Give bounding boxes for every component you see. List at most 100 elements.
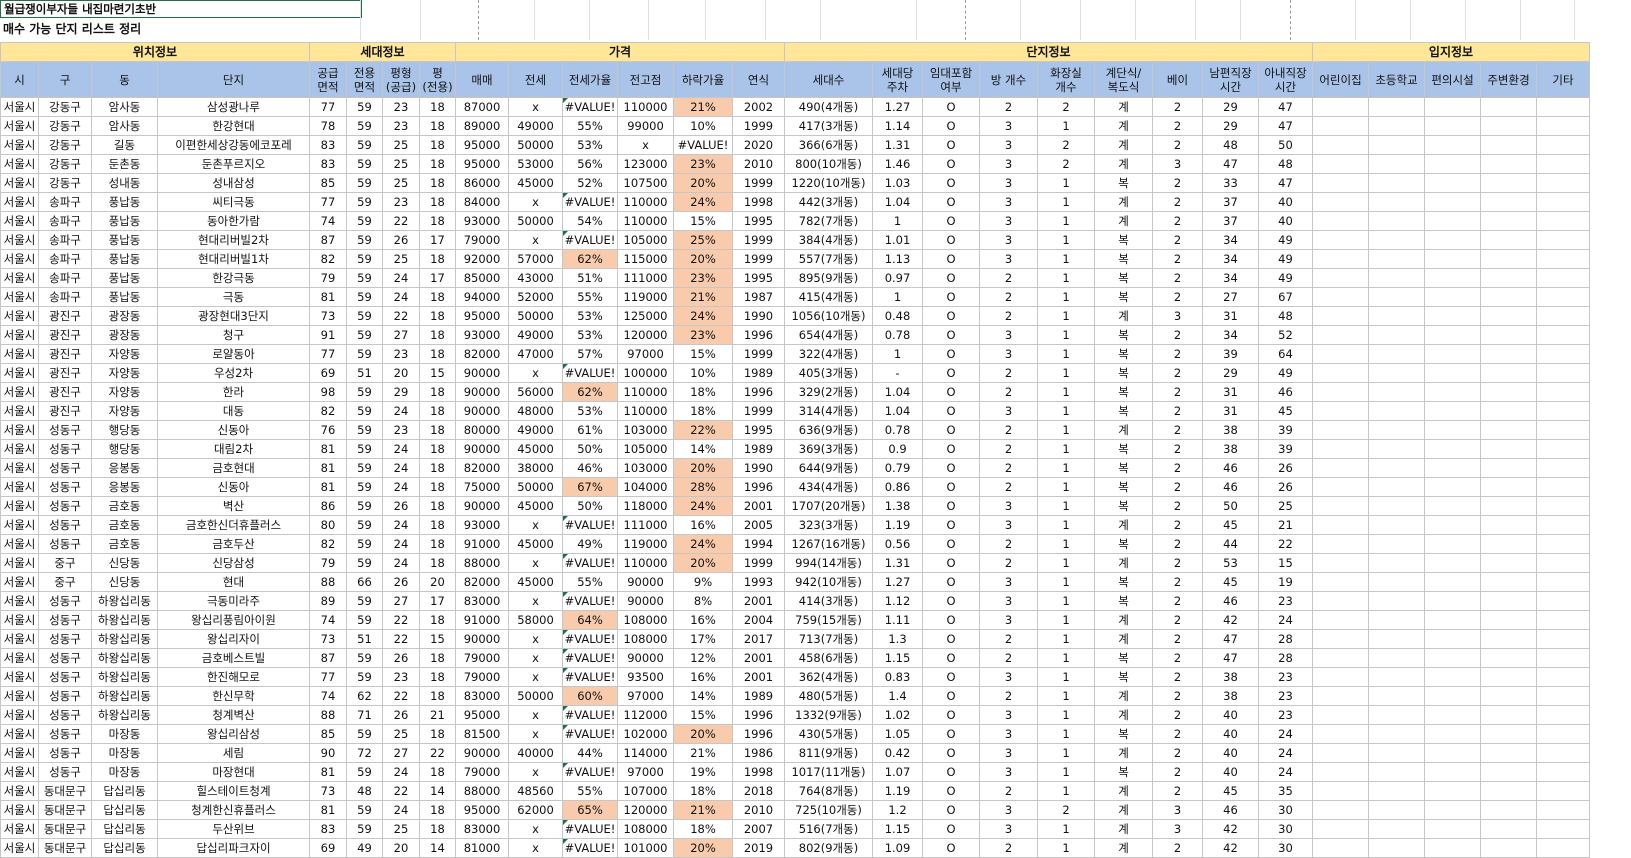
table-cell[interactable]: 95000	[455, 800, 509, 820]
table-cell[interactable]: 1.46	[872, 154, 923, 174]
table-cell[interactable]: 90000	[455, 743, 509, 763]
table-cell[interactable]: -	[872, 363, 923, 383]
table-cell[interactable]: 87000	[455, 97, 509, 117]
table-cell[interactable]: 77	[309, 344, 347, 364]
table-cell[interactable]: 59	[346, 173, 383, 193]
table-cell[interactable]: 49	[1258, 363, 1313, 383]
table-cell[interactable]	[1368, 211, 1425, 231]
table-cell[interactable]	[1368, 496, 1425, 516]
table-cell[interactable]: 계	[1094, 838, 1153, 858]
table-cell[interactable]: 66	[346, 572, 383, 592]
table-cell[interactable]: 25	[382, 819, 420, 839]
table-cell[interactable]	[1480, 534, 1537, 554]
table-cell[interactable]: 81	[309, 287, 347, 307]
table-cell[interactable]: 동대문구	[38, 781, 92, 801]
column-header-cell[interactable]: 주변환경	[1480, 61, 1537, 98]
table-cell[interactable]: 45	[1202, 572, 1259, 592]
table-cell[interactable]: 125000	[617, 306, 674, 326]
table-cell[interactable]: 18	[419, 401, 456, 421]
table-cell[interactable]: 59	[346, 306, 383, 326]
table-cell[interactable]: 59	[346, 610, 383, 630]
table-cell[interactable]: 복	[1094, 534, 1153, 554]
table-cell[interactable]: 성동구	[38, 648, 92, 668]
table-cell[interactable]	[1424, 287, 1481, 307]
table-cell[interactable]: 27	[382, 743, 420, 763]
table-cell[interactable]: 한강극동	[157, 268, 310, 288]
table-cell[interactable]: 응봉동	[91, 477, 158, 497]
table-cell[interactable]: 79	[309, 268, 347, 288]
table-cell[interactable]: #VALUE!	[562, 838, 618, 858]
table-cell[interactable]	[1480, 800, 1537, 820]
table-cell[interactable]	[1536, 439, 1590, 459]
table-cell[interactable]: 2	[979, 553, 1038, 573]
table-cell[interactable]	[1536, 344, 1590, 364]
table-cell[interactable]	[1480, 325, 1537, 345]
table-cell[interactable]: 서울시	[0, 629, 39, 649]
table-cell[interactable]: 계	[1094, 211, 1153, 231]
table-cell[interactable]: 청계한신휴플러스	[157, 800, 310, 820]
table-cell[interactable]: #VALUE!	[562, 762, 618, 782]
table-cell[interactable]: 93000	[455, 211, 509, 231]
table-cell[interactable]	[1424, 477, 1481, 497]
table-cell[interactable]: 44	[1202, 534, 1259, 554]
table-cell[interactable]	[1368, 838, 1425, 858]
table-cell[interactable]	[1536, 135, 1590, 155]
table-cell[interactable]	[1424, 230, 1481, 250]
table-cell[interactable]: 18	[419, 135, 456, 155]
table-cell[interactable]: 2	[1152, 268, 1203, 288]
table-cell[interactable]: 마장동	[91, 762, 158, 782]
table-cell[interactable]	[1536, 838, 1590, 858]
table-cell[interactable]: 1	[1037, 458, 1095, 478]
table-cell[interactable]: 광장현대3단지	[157, 306, 310, 326]
table-cell[interactable]: 3	[979, 230, 1038, 250]
table-cell[interactable]	[1536, 249, 1590, 269]
table-cell[interactable]: 하왕십리동	[91, 591, 158, 611]
table-cell[interactable]: 2	[1037, 800, 1095, 820]
table-cell[interactable]	[1424, 211, 1481, 231]
table-cell[interactable]: 725(10개동)	[784, 800, 873, 820]
table-cell[interactable]: 1.07	[872, 762, 923, 782]
table-cell[interactable]: 18	[419, 762, 456, 782]
group-header-cell[interactable]: 단지정보	[784, 42, 1313, 62]
table-cell[interactable]: 39	[1258, 439, 1313, 459]
table-cell[interactable]: 57000	[508, 249, 563, 269]
table-cell[interactable]: 59	[346, 325, 383, 345]
table-cell[interactable]: 1	[1037, 268, 1095, 288]
table-cell[interactable]: 89000	[455, 116, 509, 136]
table-cell[interactable]: 1	[1037, 496, 1095, 516]
table-cell[interactable]: 87	[309, 648, 347, 668]
table-cell[interactable]	[1424, 344, 1481, 364]
table-cell[interactable]: 마장현대	[157, 762, 310, 782]
table-cell[interactable]: 942(10개동)	[784, 572, 873, 592]
table-cell[interactable]: 90000	[455, 382, 509, 402]
table-cell[interactable]: 46	[1258, 382, 1313, 402]
table-cell[interactable]	[1480, 629, 1537, 649]
table-cell[interactable]: 59	[346, 211, 383, 231]
table-cell[interactable]: x	[508, 705, 563, 725]
table-cell[interactable]: 654(4개동)	[784, 325, 873, 345]
table-cell[interactable]	[1368, 781, 1425, 801]
table-cell[interactable]: x	[617, 135, 674, 155]
table-cell[interactable]: 90000	[455, 401, 509, 421]
table-cell[interactable]: 405(3개동)	[784, 363, 873, 383]
table-cell[interactable]: 한신무학	[157, 686, 310, 706]
table-cell[interactable]: 서울시	[0, 553, 39, 573]
table-cell[interactable]: 24	[382, 401, 420, 421]
table-cell[interactable]: O	[922, 838, 980, 858]
table-cell[interactable]: 금호동	[91, 515, 158, 535]
table-cell[interactable]: 59	[346, 268, 383, 288]
table-cell[interactable]: 자양동	[91, 344, 158, 364]
table-cell[interactable]	[1312, 287, 1369, 307]
table-cell[interactable]: 90000	[455, 363, 509, 383]
column-header-cell[interactable]: 세대당 주차	[872, 61, 923, 98]
table-cell[interactable]: 20%	[673, 724, 733, 744]
table-cell[interactable]: 22	[382, 306, 420, 326]
table-cell[interactable]: 광진구	[38, 306, 92, 326]
table-cell[interactable]: 2007	[732, 819, 785, 839]
table-cell[interactable]: 2	[1152, 325, 1203, 345]
table-cell[interactable]: 24	[382, 268, 420, 288]
table-cell[interactable]	[1312, 610, 1369, 630]
table-cell[interactable]: 12%	[673, 648, 733, 668]
table-cell[interactable]	[1480, 496, 1537, 516]
table-cell[interactable]	[1536, 781, 1590, 801]
